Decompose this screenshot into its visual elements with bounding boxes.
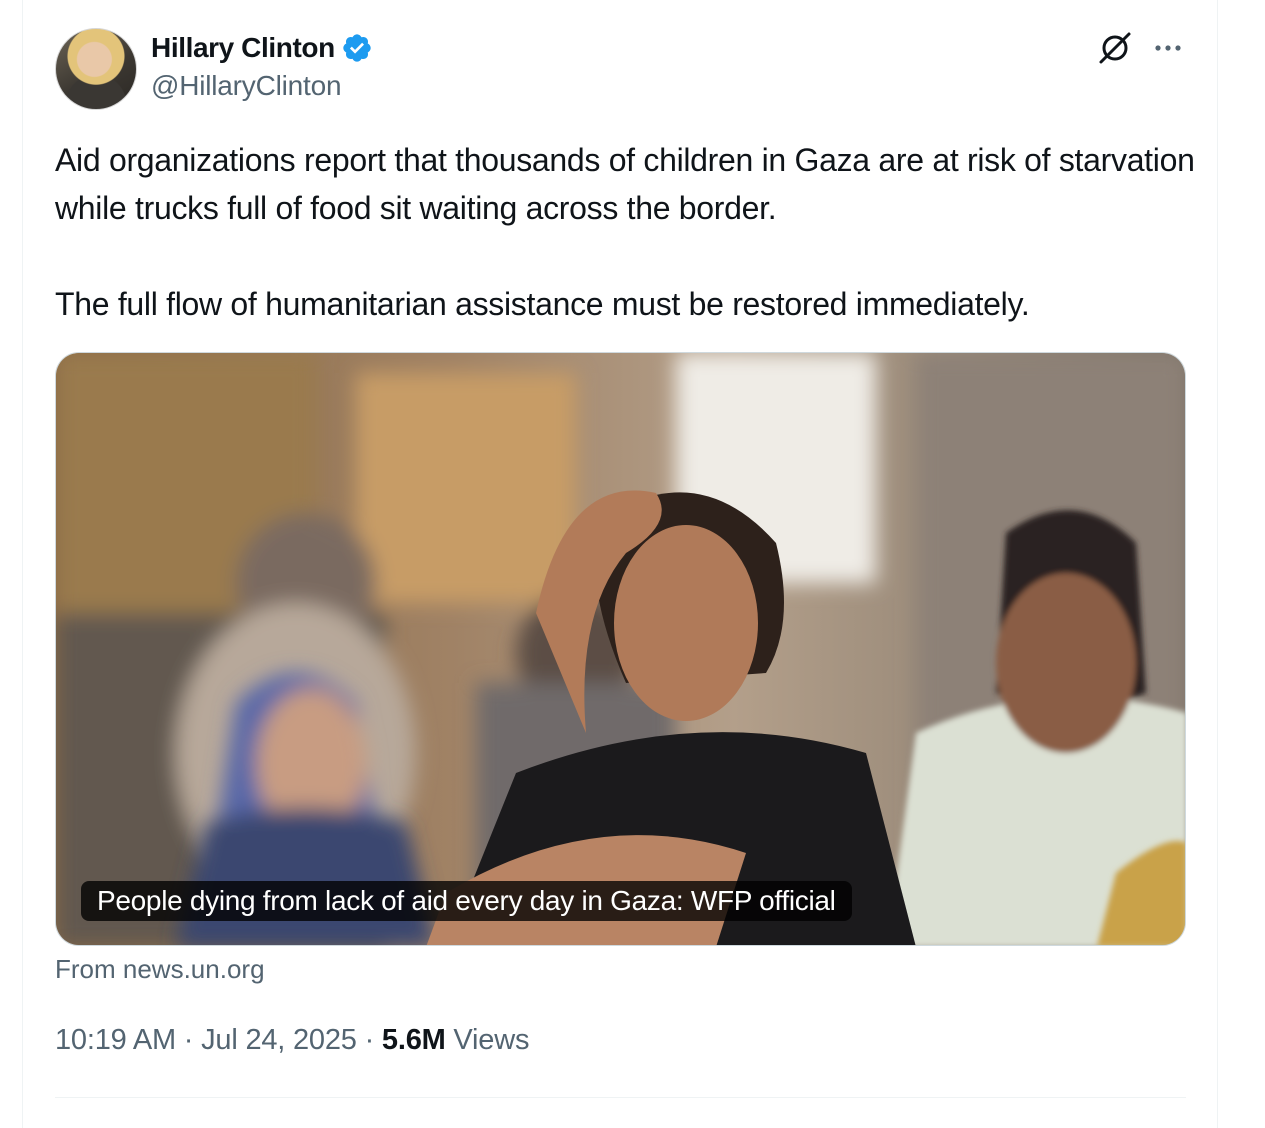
verified-badge-icon <box>343 34 371 62</box>
views-count: 5.6M <box>381 1024 446 1056</box>
link-card-image[interactable]: People dying from lack of aid every day … <box>55 352 1186 946</box>
tweet-date[interactable]: Jul 24, 2025 <box>201 1024 357 1056</box>
card-source-link[interactable]: From news.un.org <box>55 954 265 985</box>
separator: · <box>175 1024 202 1056</box>
tweet-text: Aid organizations report that thousands … <box>55 136 1195 328</box>
divider <box>55 1097 1186 1098</box>
author-name[interactable]: Hillary Clinton <box>151 32 335 64</box>
author-name-row[interactable]: Hillary Clinton <box>151 30 373 66</box>
ellipsis-icon[interactable] <box>1148 30 1188 66</box>
views-label: Views <box>445 1024 530 1056</box>
tweet-meta: 10:19 AM · Jul 24, 2025 · 5.6M Views <box>55 1024 529 1057</box>
avatar[interactable] <box>55 28 137 110</box>
tweet-time[interactable]: 10:19 AM <box>55 1024 176 1056</box>
tweet-paragraph: The full flow of humanitarian assistance… <box>55 286 1030 322</box>
news-photo: People dying from lack of aid every day … <box>56 353 1185 945</box>
separator: · <box>356 1024 382 1056</box>
slashed-circle-icon[interactable] <box>1095 28 1135 68</box>
author-handle[interactable]: @HillaryClinton <box>151 70 342 102</box>
card-caption: People dying from lack of aid every day … <box>81 881 852 921</box>
tweet-paragraph: Aid organizations report that thousands … <box>55 142 1195 226</box>
